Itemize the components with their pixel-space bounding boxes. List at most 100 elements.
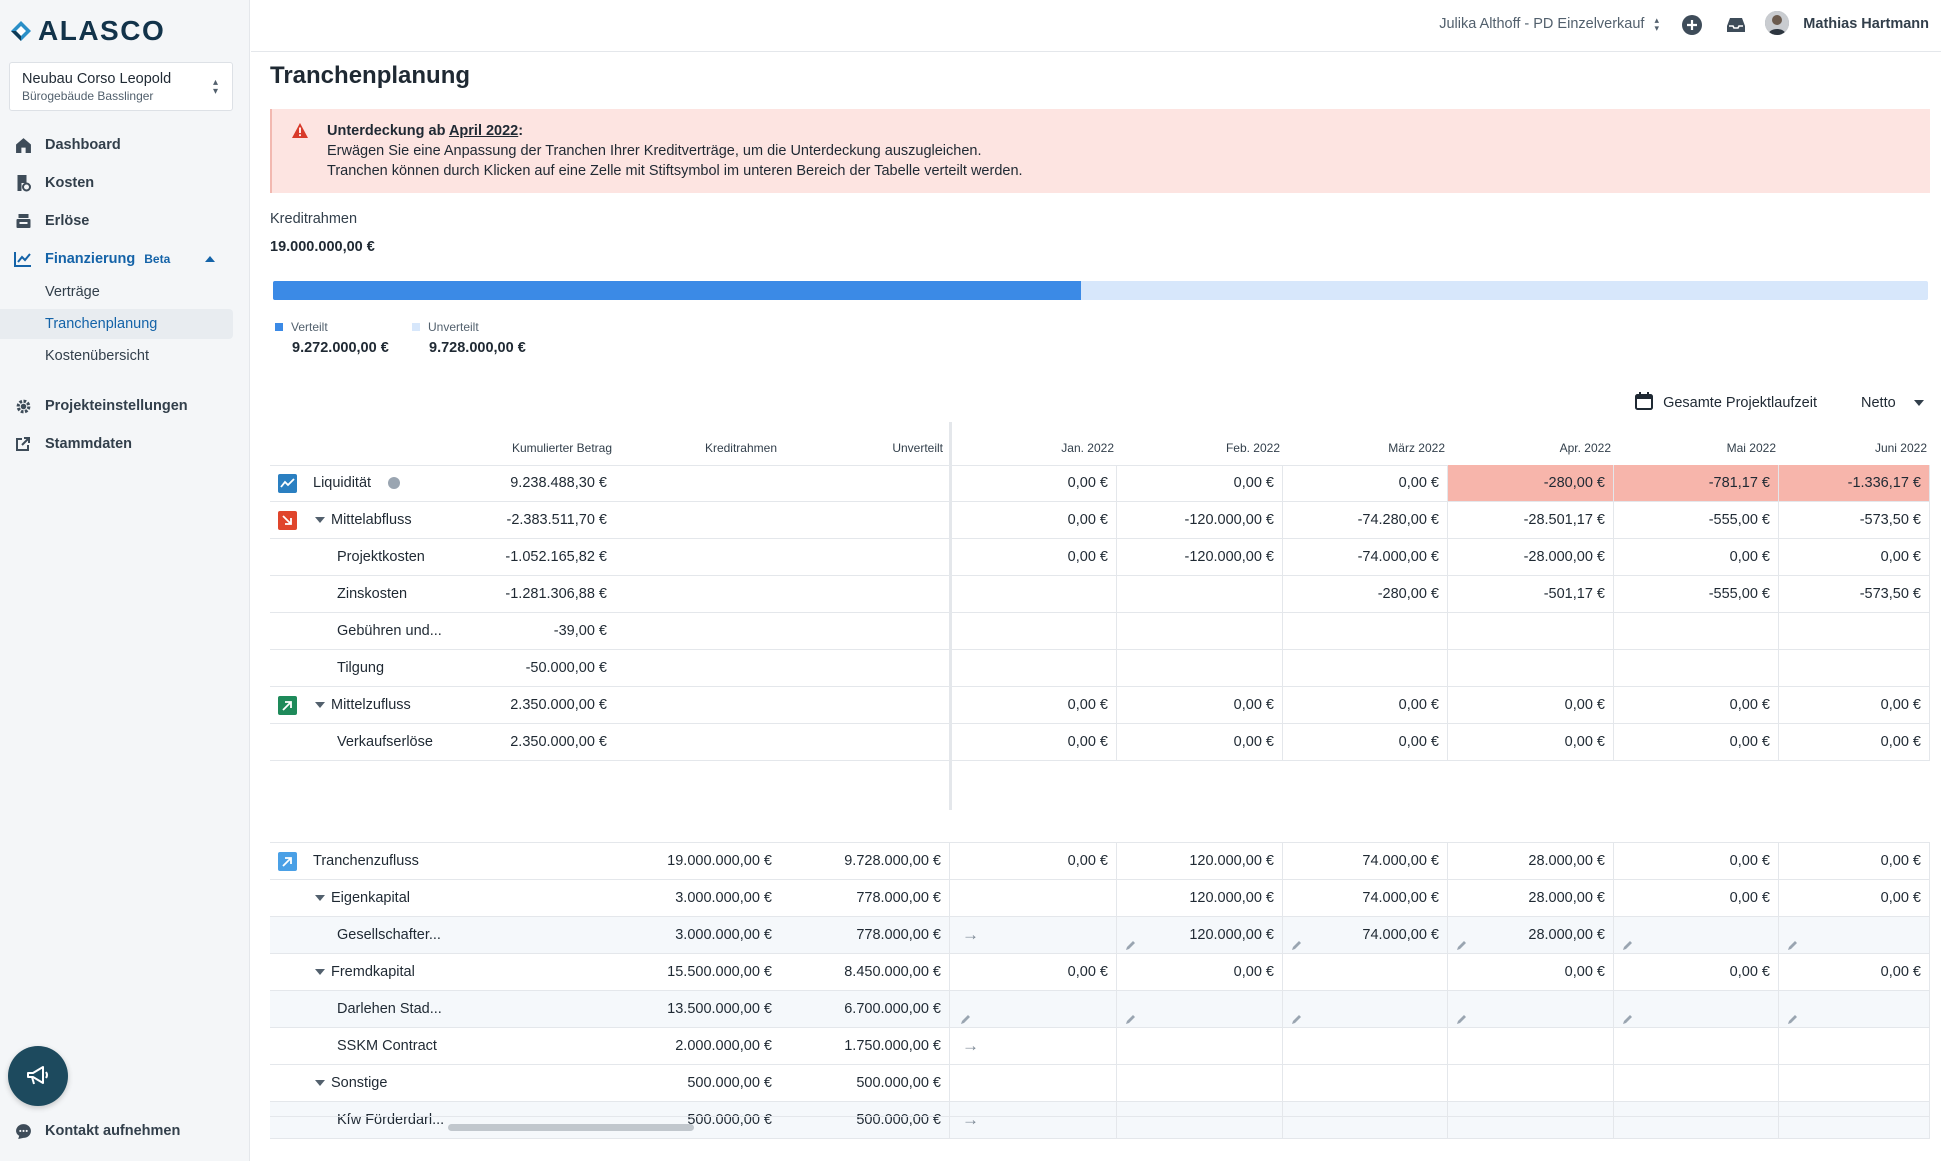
cell-month	[952, 650, 1117, 686]
sidebar-subitem-kostenuebersicht[interactable]: Kostenübersicht	[0, 341, 233, 371]
cell-month[interactable]: →	[952, 917, 1117, 953]
sidebar-item-projekteinstellungen[interactable]: Projekteinstellungen	[0, 391, 233, 421]
announcements-button[interactable]	[8, 1046, 68, 1106]
user-name[interactable]: Mathias Hartmann	[1803, 16, 1929, 32]
external-link-icon	[14, 435, 32, 453]
cell-month	[1283, 1065, 1448, 1101]
cell-month: -74.000,00 €	[1283, 539, 1448, 575]
cell-month	[1779, 1028, 1930, 1064]
cell-value: 13.500.000,00 €	[667, 1001, 772, 1017]
credit-line-label: Kreditrahmen	[270, 211, 358, 227]
cell-month: 0,00 €	[952, 724, 1117, 760]
contact-link[interactable]: Kontakt aufnehmen	[0, 1116, 233, 1146]
credit-distribution-bar	[273, 281, 1928, 300]
info-icon[interactable]	[388, 477, 400, 489]
arrow-down-right-icon	[278, 511, 297, 530]
cell-value: -28.000,00 €	[1523, 549, 1605, 565]
table-row: Gesellschafter... 3.000.000,00 €778.000,0…	[270, 917, 1930, 954]
cell-value: 2.000.000,00 €	[675, 1038, 772, 1054]
cell-month[interactable]: 120.000,00 €	[1117, 917, 1283, 953]
sidebar-item-erloese[interactable]: Erlöse	[0, 206, 233, 236]
cell-month[interactable]	[1283, 991, 1448, 1027]
cell-value: 0,00 €	[1729, 964, 1770, 980]
chat-bubble-icon	[14, 1122, 32, 1140]
row-label: Mittelzufluss	[331, 697, 411, 713]
sidebar-item-dashboard[interactable]: Dashboard	[0, 130, 233, 160]
cell-value: 778.000,00 €	[856, 890, 941, 906]
cell-month[interactable]	[1779, 917, 1930, 953]
cell-month[interactable]	[1448, 991, 1614, 1027]
cell-month	[1448, 650, 1614, 686]
net-gross-dropdown[interactable]: Netto	[1861, 395, 1941, 411]
cell-month	[1117, 1065, 1283, 1101]
alert-line: Tranchen können durch Klicken auf eine Z…	[327, 163, 1023, 179]
alasco-logo[interactable]: ALASCO	[10, 15, 165, 46]
horizontal-scrollbar[interactable]	[270, 1116, 1930, 1132]
cell-month	[1283, 613, 1448, 649]
cell-value: -74.280,00 €	[1357, 512, 1439, 528]
sidebar-subitem-vertraege[interactable]: Verträge	[0, 277, 233, 307]
chevron-down-icon[interactable]	[315, 517, 325, 523]
cell-kum	[405, 843, 615, 879]
cell-kr: 13.500.000,00 €	[615, 991, 780, 1027]
chevron-down-icon[interactable]	[315, 969, 325, 975]
cell-kr	[615, 465, 780, 501]
cell-month	[1448, 613, 1614, 649]
inbox-icon[interactable]	[1725, 14, 1747, 36]
avatar[interactable]	[1765, 11, 1789, 35]
cell-value: 28.000,00 €	[1528, 927, 1605, 943]
chevron-up-icon[interactable]	[205, 256, 215, 262]
distributed-bar-fill	[273, 281, 1081, 300]
cell-month: 0,00 €	[1283, 724, 1448, 760]
cell-month[interactable]: 74.000,00 €	[1283, 917, 1448, 953]
cell-month[interactable]: →	[952, 1028, 1117, 1064]
cell-kr: 500.000,00 €	[615, 1065, 780, 1101]
table-row: Gebühren und... -39,00 €	[270, 613, 1930, 650]
sidebar-item-label: Stammdaten	[45, 436, 133, 452]
cell-value: 74.000,00 €	[1362, 890, 1439, 906]
cell-value: 0,00 €	[1564, 734, 1605, 750]
project-selector[interactable]: Neubau Corso Leopold Bürogebäude Basslin…	[9, 62, 233, 111]
table-controls: Gesamte Projektlaufzeit Netto	[1635, 392, 1941, 414]
chevron-down-icon[interactable]	[315, 702, 325, 708]
period-selector[interactable]: Gesamte Projektlaufzeit	[1663, 395, 1817, 411]
cell-month: -28.501,17 €	[1448, 502, 1614, 538]
chevron-down-icon[interactable]	[315, 1080, 325, 1086]
sidebar-item-finanzierung[interactable]: Finanzierung Beta	[0, 244, 233, 274]
cell-value: 0,00 €	[1564, 964, 1605, 980]
chevron-up-down-icon: ▴ ▾	[1654, 15, 1659, 33]
context-switcher[interactable]: Julika Althoff - PD Einzelverkauf ▴ ▾	[1439, 15, 1659, 33]
chevron-down-icon[interactable]	[315, 895, 325, 901]
home-icon	[14, 136, 32, 154]
cell-month[interactable]	[1614, 991, 1779, 1027]
cell-month: 0,00 €	[1779, 880, 1930, 916]
calendar-icon[interactable]	[1635, 392, 1654, 414]
scrollbar-thumb[interactable]	[448, 1124, 694, 1131]
cell-month	[1117, 576, 1283, 612]
table-row: Tranchenzufluss 19.000.000,00 € 9.728.000,…	[270, 843, 1930, 880]
cell-month	[952, 880, 1117, 916]
cell-month[interactable]: 28.000,00 €	[1448, 917, 1614, 953]
chevron-down-icon	[1913, 400, 1924, 406]
sidebar-item-kosten[interactable]: Kosten	[0, 168, 233, 198]
cell-value: 0,00 €	[1067, 549, 1108, 565]
cell-month	[1448, 1028, 1614, 1064]
cell-month: 0,00 €	[952, 502, 1117, 538]
cell-month[interactable]	[1779, 991, 1930, 1027]
cell-value: -1.052.165,82 €	[505, 549, 607, 565]
cell-month[interactable]	[1117, 991, 1283, 1027]
cell-month[interactable]	[1614, 917, 1779, 953]
cell-value: 0,00 €	[1398, 697, 1439, 713]
cell-value: 19.000.000,00 €	[667, 853, 772, 869]
cell-month[interactable]	[952, 991, 1117, 1027]
cell-unv	[780, 539, 950, 575]
cell-value: 120.000,00 €	[1189, 853, 1274, 869]
add-icon[interactable]	[1681, 14, 1703, 36]
cell-month: 0,00 €	[1614, 880, 1779, 916]
sidebar-item-stammdaten[interactable]: Stammdaten	[0, 429, 233, 459]
cell-month: -781,17 €	[1614, 465, 1779, 501]
cell-month: 120.000,00 €	[1117, 843, 1283, 879]
cell-month: 0,00 €	[1614, 843, 1779, 879]
cell-kum	[405, 1065, 615, 1101]
sidebar-subitem-tranchenplanung[interactable]: Tranchenplanung	[0, 309, 233, 339]
